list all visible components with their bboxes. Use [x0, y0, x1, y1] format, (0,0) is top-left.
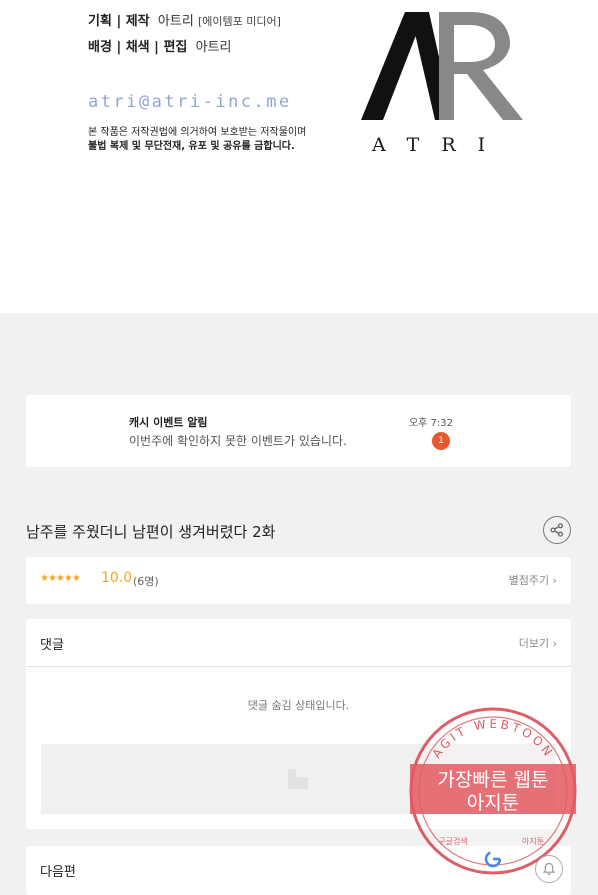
credits-panel: 기획 | 제작 아트리 [에이템포 미디어] 배경 | 채색 | 편집 아트리 …	[0, 0, 598, 313]
credit-planning-label: 기획 | 제작	[88, 14, 150, 29]
episode-title: 남주를 주웠더니 남편이 생겨버렸다 2화	[26, 523, 276, 541]
event-badge: 1	[432, 432, 450, 450]
comments-label: 댓글	[40, 638, 64, 653]
event-time: 오후 7:32	[408, 418, 453, 429]
watermark-bottom-left: 구글검색	[438, 836, 467, 846]
watermark-line-1: 가장빠른 웹툰	[438, 769, 549, 791]
credit-background-label: 배경 | 채색 | 편집	[88, 40, 188, 55]
copyright-notice: 본 작품은 저작권법에 의거하여 보호받는 저작물이며 불법 복제 및 무단전재…	[88, 126, 306, 154]
credit-planning-extra: [에이템포 미디어]	[197, 15, 281, 28]
atri-logo-text: ATRI	[372, 134, 508, 156]
cash-event-notification[interactable]: 캐시 이벤트 알림 이번주에 확인하지 못한 이벤트가 있습니다. 오후 7:3…	[26, 395, 571, 467]
copyright-line-1: 본 작품은 저작권법에 의거하여 보호받는 저작물이며	[88, 127, 307, 138]
image-placeholder-icon	[288, 769, 308, 789]
credit-background: 배경 | 채색 | 편집 아트리	[88, 36, 232, 55]
copyright-line-2: 불법 복제 및 무단전재, 유포 및 공유를 금합니다.	[88, 141, 295, 152]
notification-bell-button[interactable]	[535, 855, 563, 883]
credit-background-value: 아트리	[195, 40, 232, 55]
rate-button[interactable]: 별점주기 ›	[509, 572, 557, 588]
agit-webtoon-watermark: AGIT WEBTOON 가장빠른 웹툰 아지툰 구글검색 아지툰	[409, 707, 577, 875]
watermark-bottom-right: 아지툰	[522, 836, 544, 846]
event-title: 캐시 이벤트 알림	[129, 416, 208, 429]
contact-email: atri@atri-inc.me	[88, 92, 292, 112]
share-button[interactable]	[543, 516, 571, 544]
rating-score: 10.0	[101, 570, 133, 586]
comments-more-link[interactable]: 더보기 ›	[519, 635, 557, 651]
rating-stars: ★★★★★	[40, 573, 81, 584]
share-icon	[550, 523, 564, 537]
rating-count: (6명)	[133, 575, 159, 588]
event-message: 이번주에 확인하지 못한 이벤트가 있습니다.	[129, 434, 347, 448]
bell-icon	[542, 862, 556, 875]
watermark-line-2: 아지툰	[467, 792, 519, 814]
next-episode-label: 다음편	[40, 865, 76, 880]
credit-planning: 기획 | 제작 아트리 [에이템포 미디어]	[88, 10, 281, 29]
rating-card: ★★★★★ 10.0 (6명) 별점주기 ›	[26, 557, 571, 604]
credit-planning-value: 아트리	[157, 14, 194, 29]
comments-header: 댓글 더보기 ›	[26, 619, 571, 667]
